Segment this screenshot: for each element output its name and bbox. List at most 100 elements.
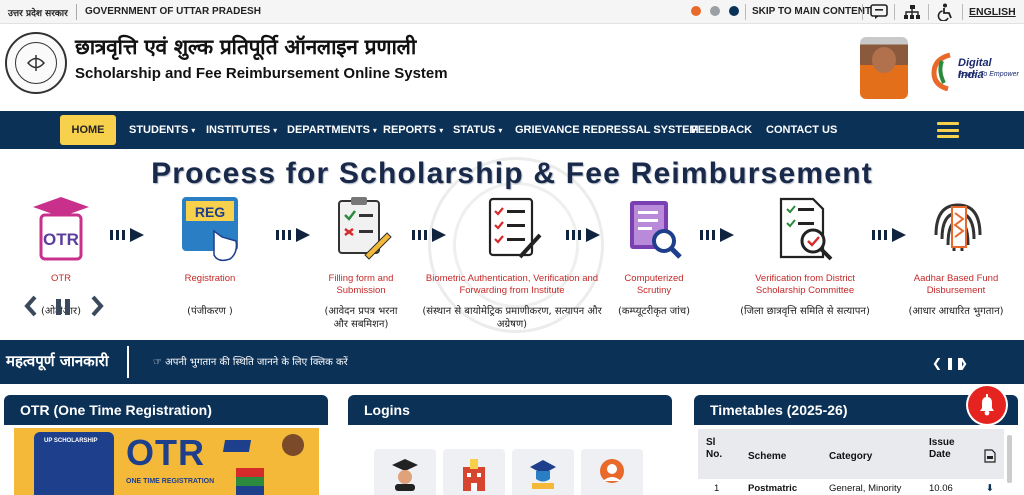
process-arrow-icon: [872, 228, 910, 242]
step-label-en: Biometric Authentication, Verification a…: [425, 273, 599, 296]
graduation-cap-icon: [222, 440, 252, 452]
notification-bell-icon[interactable]: [968, 386, 1006, 424]
divider: [894, 4, 895, 20]
cell-category: General, Minority: [829, 483, 902, 494]
divider: [745, 4, 746, 20]
carousel-pause-icon[interactable]: [56, 299, 72, 315]
svg-text:REG: REG: [195, 204, 225, 220]
theme-switcher: [691, 6, 739, 16]
top-utility-bar: उत्तर प्रदेश सरकार GOVERNMENT OF UTTAR P…: [0, 0, 1024, 24]
logins-card: Logins: [348, 395, 672, 495]
ticker-prev-icon[interactable]: ❮: [932, 356, 942, 370]
carousel-next-icon[interactable]: [90, 295, 104, 317]
divider: [127, 346, 129, 378]
sitemap-icon[interactable]: [901, 2, 923, 22]
col-category-header: Category: [829, 451, 873, 462]
step-label-hi: (आवेदन प्रपत्र भरना और सबमिशन): [324, 306, 398, 330]
divider: [76, 4, 77, 20]
student-figure: [282, 434, 304, 456]
otr-banner-image[interactable]: UP SCHOLARSHIP OTR ONE TIME REGISTRATION: [14, 428, 319, 495]
theme-orange-dot[interactable]: [691, 6, 701, 16]
otr-card-title: OTR (One Time Registration): [4, 395, 328, 425]
cell-issue-date: 10.06: [929, 483, 953, 494]
nav-contact[interactable]: CONTACT US: [766, 111, 837, 149]
login-tile-student[interactable]: [374, 449, 436, 495]
registration-touch-icon: REG: [182, 197, 238, 262]
login-tile-department[interactable]: [512, 449, 574, 495]
aadhar-fingerprint-icon: [934, 203, 982, 252]
nav-students[interactable]: STUDENTS ▾: [129, 111, 195, 149]
nav-label: HOME: [71, 124, 105, 136]
nav-institutes[interactable]: INSTITUTES ▾: [206, 111, 277, 149]
step-label-en: Registration: [184, 273, 236, 284]
process-title: Process for Scholarship & Fee Reimbursem…: [151, 157, 873, 190]
step-label-hi: (आधार आधारित भुगतान): [908, 306, 1004, 317]
site-header: छात्रवृत्ति एवं शुल्क प्रतिपूर्ति ऑनलाइन…: [0, 25, 1024, 111]
step-label-hi: (संस्थान से बायोमेट्रिक प्रमाणीकरण, सत्य…: [422, 306, 602, 330]
col-scheme-header: Scheme: [748, 451, 787, 462]
step-label-en: Computerized Scrutiny: [624, 273, 684, 296]
info-ticker-link[interactable]: ☞ अपनी भुगतान की स्थिति जानने के लिए क्ल…: [153, 354, 348, 368]
table-row: 1 Postmatric General, Minority 10.06 ⬇: [698, 481, 1004, 495]
step-label-hi: (कम्प्यूटरीकृत जांच): [617, 306, 691, 317]
pointing-hand-icon: ☞: [153, 357, 166, 368]
divider: [862, 4, 863, 20]
step-label-hi: (जिला छात्रवृत्ति समिति से सत्यापन): [740, 306, 870, 317]
otr-cap-icon: OTR: [33, 197, 89, 261]
nav-label: STATUS: [453, 124, 496, 136]
books-icon: [236, 468, 264, 495]
nav-label: DEPARTMENTS: [287, 124, 370, 136]
verification-document-icon: [779, 197, 833, 261]
svg-text:OTR: OTR: [43, 230, 79, 249]
col-sl-header: Sl No.: [706, 437, 723, 460]
login-tile-officer[interactable]: [581, 449, 643, 495]
carousel-prev-icon[interactable]: [24, 295, 38, 317]
chevron-down-icon: ▾: [273, 126, 278, 135]
process-arrow-icon: [700, 228, 738, 242]
nav-label: INSTITUTES: [206, 124, 271, 136]
nav-reports[interactable]: REPORTS ▾: [383, 111, 443, 149]
divider: [962, 4, 963, 20]
process-arrow-icon: [412, 228, 450, 242]
accessibility-icon[interactable]: [935, 2, 957, 22]
step-label-en: Aadhar Based Fund Disbursement: [913, 273, 999, 296]
up-emblem-logo[interactable]: [5, 32, 67, 94]
nav-status[interactable]: STATUS ▾: [453, 111, 502, 149]
step-label-en: OTR: [50, 273, 72, 284]
logins-card-title: Logins: [348, 395, 672, 425]
chevron-down-icon: ▾: [498, 126, 503, 135]
login-tile-institute[interactable]: [443, 449, 505, 495]
theme-blue-dot[interactable]: [729, 6, 739, 16]
language-toggle[interactable]: ENGLISH: [969, 6, 1016, 18]
banner-sub-text: ONE TIME REGISTRATION: [126, 478, 215, 485]
chat-icon[interactable]: [868, 2, 890, 22]
table-scrollbar[interactable]: [1007, 435, 1012, 483]
chief-minister-photo: [860, 37, 908, 99]
state-govt-hindi: उत्तर प्रदेश सरकार: [8, 9, 68, 19]
cell-scheme: Postmatric: [748, 483, 798, 494]
digital-india-logo[interactable]: Digital India Power To Empower: [928, 49, 1020, 97]
important-info-label: महत्वपूर्ण जानकारी: [6, 352, 109, 370]
nav-feedback[interactable]: FEEDBACK: [691, 111, 752, 149]
ticker-next-icon[interactable]: ❯: [958, 356, 968, 370]
step-label-hi: (पंजीकरण ): [187, 306, 233, 317]
cell-sl: 1: [714, 483, 720, 494]
nav-label: FEEDBACK: [691, 124, 753, 136]
chevron-down-icon: ▾: [191, 126, 196, 135]
download-icon[interactable]: ⬇: [986, 483, 994, 494]
step-label-en: Filling form and Submission: [328, 273, 394, 296]
table-header-row: Sl No. Scheme Category Issue Date: [698, 429, 1012, 483]
col-issue-date-header: Issue Date: [929, 437, 955, 460]
hamburger-menu-icon[interactable]: [937, 122, 959, 138]
nav-label: REPORTS: [383, 124, 437, 136]
nav-departments[interactable]: DEPARTMENTS ▾: [287, 111, 377, 149]
ticker-text: अपनी भुगतान की स्थिति जानने के लिए क्लिक…: [165, 357, 348, 368]
theme-grey-dot[interactable]: [710, 6, 720, 16]
banner-otr-text: OTR: [126, 432, 205, 473]
skip-to-main-link[interactable]: SKIP TO MAIN CONTENT: [752, 6, 871, 17]
biometric-checklist-icon: [488, 197, 542, 259]
nav-grievance[interactable]: GRIEVANCE REDRESSAL SYSTEM: [515, 111, 699, 149]
chevron-down-icon: ▾: [439, 126, 444, 135]
nav-home[interactable]: HOME: [60, 115, 116, 145]
site-title-hindi: छात्रवृत्ति एवं शुल्क प्रतिपूर्ति ऑनलाइन…: [75, 35, 417, 59]
